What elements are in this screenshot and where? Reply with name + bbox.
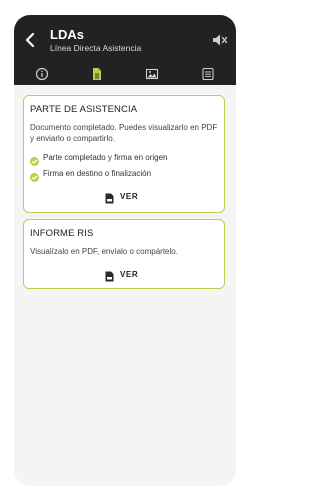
list-icon — [202, 67, 214, 81]
info-icon — [35, 67, 49, 81]
tab-list[interactable] — [201, 67, 215, 81]
ver-label: VER — [120, 191, 139, 201]
card-title: INFORME RIS — [30, 228, 94, 239]
app-header: LDAs Línea Directa Asistencia — [14, 15, 236, 85]
card-title: PARTE DE ASISTENCIA — [30, 104, 138, 115]
check-row: Parte completado y firma en origen — [30, 151, 168, 166]
check-label: Firma en destino o finalización — [43, 168, 152, 178]
back-icon[interactable] — [22, 31, 40, 49]
page-title: LDAs — [50, 27, 84, 42]
check-circle-icon — [30, 169, 39, 182]
card-informe-ris: INFORME RIS Visualízalo en PDF, envíalo … — [23, 219, 225, 289]
ver-pdf-button[interactable]: VER — [105, 188, 138, 204]
card-description: Visualízalo en PDF, envíalo o compártelo… — [30, 247, 178, 256]
ver-pdf-button[interactable]: VER — [105, 266, 138, 282]
check-circle-icon — [30, 153, 39, 166]
page-subtitle: Línea Directa Asistencia — [50, 43, 142, 53]
tab-bar — [14, 64, 236, 85]
check-label: Parte completado y firma en origen — [43, 152, 168, 162]
tab-document[interactable] — [90, 67, 104, 81]
card-parte-asistencia: PARTE DE ASISTENCIA Documento completado… — [23, 95, 225, 213]
pdf-icon — [105, 191, 114, 203]
document-icon — [93, 68, 101, 80]
volume-mute-icon[interactable] — [212, 33, 228, 47]
tab-image[interactable] — [145, 67, 159, 81]
pdf-icon — [105, 269, 114, 281]
phone-screen: LDAs Línea Directa Asistencia PARTE DE A… — [14, 15, 236, 486]
card-description: Documento completado. Puedes visualizarl… — [30, 123, 218, 143]
image-icon — [145, 68, 159, 80]
ver-label: VER — [120, 269, 139, 279]
tab-info[interactable] — [35, 67, 49, 81]
check-row: Firma en destino o finalización — [30, 167, 152, 182]
